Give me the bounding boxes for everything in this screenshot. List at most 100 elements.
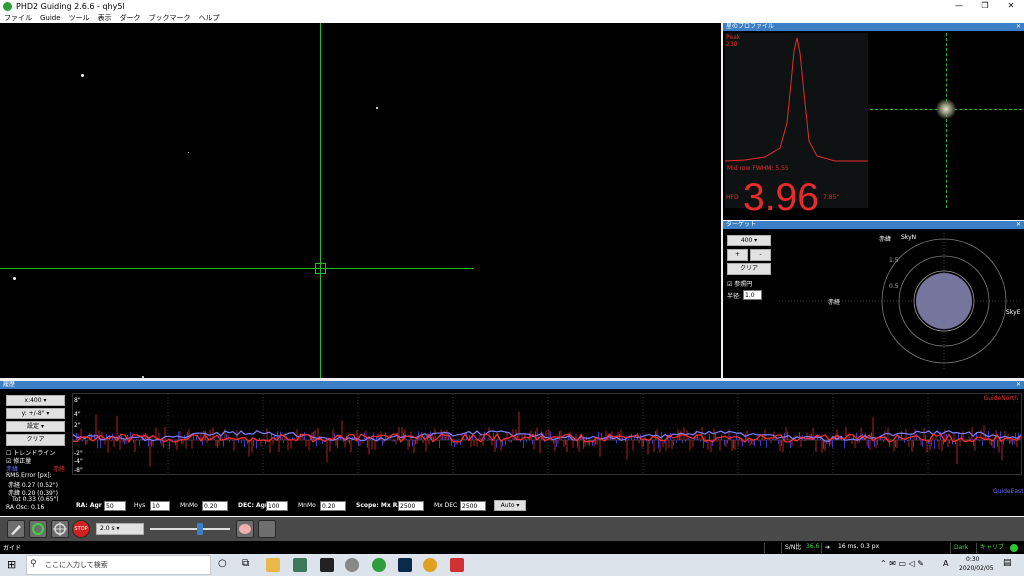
- zoom-in-button[interactable]: +: [727, 249, 748, 261]
- ra-agr-input[interactable]: 50: [104, 501, 126, 511]
- zoom-out-button[interactable]: -: [750, 249, 771, 261]
- target-close-icon[interactable]: ✕: [1016, 221, 1021, 229]
- profile-title: 星のプロファイル: [726, 23, 775, 30]
- history-graph-pane: 履歴 ✕ x:400 ▾ y: +/-8" ▾ 設定 ▾ クリア ☐ トレンドラ…: [0, 381, 1024, 516]
- star-zoom-view: [870, 33, 1022, 208]
- star[interactable]: [188, 152, 189, 153]
- target-axis-top-sky: SkyN: [901, 234, 917, 241]
- target-title: ターゲット: [726, 221, 757, 228]
- menu-view[interactable]: 表示: [94, 13, 116, 23]
- target-axis-left: 赤経: [828, 299, 841, 306]
- graph-settings-select[interactable]: 設定 ▾: [6, 421, 65, 432]
- guide-parameter-bar: RA: Agr 50 Hys 10 MnMo 0.20 DEC: Agr 100…: [72, 497, 1022, 515]
- phd2-taskbar-icon[interactable]: [372, 558, 386, 572]
- profile-close-icon[interactable]: ✕: [1016, 23, 1021, 31]
- menu-guide[interactable]: Guide: [36, 14, 65, 22]
- lock-position-box: [315, 263, 326, 274]
- star[interactable]: [376, 107, 378, 109]
- snr-label: S/N比: [781, 543, 801, 553]
- x-scale-select[interactable]: x:400 ▾: [6, 395, 65, 406]
- fwhm-label: Mid row FWHM: 5.55: [727, 165, 789, 172]
- reference-circle-checkbox[interactable]: ☑ 参照円: [727, 279, 752, 288]
- target-clear-button[interactable]: クリア: [727, 263, 771, 275]
- app-icon-3[interactable]: [345, 558, 359, 572]
- target-controls: 400 ▾ + - クリア ☑ 参照円 半径: 1.0: [725, 231, 774, 376]
- radius-input[interactable]: 1.0: [743, 290, 762, 300]
- y-tick-label: 8": [74, 397, 81, 404]
- ra-legend: 赤経: [53, 466, 66, 473]
- explorer-app-icon[interactable]: [266, 558, 280, 572]
- star[interactable]: [142, 376, 144, 378]
- mx-dec-label: Mx DEC: [434, 502, 458, 509]
- app-icon-2[interactable]: [320, 558, 334, 572]
- search-icon: ⚲: [30, 559, 37, 569]
- dec-mnmo-label: MnMo: [298, 502, 316, 509]
- minimize-button[interactable]: —: [946, 0, 972, 12]
- windows-start-icon[interactable]: ⊞: [7, 558, 16, 571]
- target-axis-top: 赤緯: [879, 236, 892, 243]
- exposure-select[interactable]: 2.0 s ▾: [96, 523, 144, 535]
- stop-icon[interactable]: STOP: [72, 520, 90, 538]
- app-icon-1[interactable]: [293, 558, 307, 572]
- camera-view[interactable]: [0, 23, 721, 378]
- gamma-slider-handle[interactable]: [197, 523, 203, 535]
- clock-time[interactable]: 0:30: [966, 556, 979, 563]
- dec-mode-select[interactable]: Auto ▾: [494, 500, 526, 511]
- ime-indicator[interactable]: A: [943, 559, 948, 568]
- mx-dec-input[interactable]: 2500: [460, 501, 486, 511]
- star[interactable]: [13, 277, 16, 280]
- app-icon-4[interactable]: [450, 558, 464, 572]
- camera-connect-icon[interactable]: [7, 520, 25, 538]
- tray-icons[interactable]: ⌃ ✉ ▭ ◁ ✎: [880, 559, 924, 568]
- loop-icon[interactable]: [29, 520, 47, 538]
- guide-east-label: GuideEast: [993, 488, 1024, 495]
- restore-button[interactable]: ❐: [972, 0, 998, 12]
- ra-mnmo-input[interactable]: 0.20: [202, 501, 228, 511]
- graph-clear-button[interactable]: クリア: [6, 434, 65, 446]
- gamma-slider-track[interactable]: [150, 528, 230, 530]
- guiding-history-graph[interactable]: 8" 4" 2" -2" -4" -8" GuideNorth: [72, 393, 1022, 475]
- close-button[interactable]: ✕: [998, 0, 1024, 12]
- target-pane: ターゲット ✕ 400 ▾ + - クリア ☑ 参照円 半径: 1.0 赤緯 S…: [723, 221, 1024, 378]
- notification-icon[interactable]: ▤: [1003, 558, 1012, 568]
- zoom-crosshair-v: [946, 33, 947, 208]
- mx-ra-input[interactable]: 2500: [398, 501, 424, 511]
- calibration-status: キャリブ: [976, 543, 1004, 553]
- target-plot: [779, 233, 1022, 371]
- guide-manual-icon[interactable]: [258, 520, 276, 538]
- star[interactable]: [81, 74, 84, 77]
- phd2-app-icon: [3, 1, 12, 11]
- task-view-icon[interactable]: ⧉: [242, 558, 249, 569]
- guide-north-label: GuideNorth: [983, 395, 1018, 402]
- photoshop-app-icon[interactable]: [398, 558, 412, 572]
- taskbar-search-input[interactable]: ここに入力して検索: [26, 555, 211, 575]
- radius-label: 半径:: [727, 293, 742, 300]
- menu-dark[interactable]: ダーク: [116, 13, 145, 23]
- brain-settings-icon[interactable]: [236, 520, 254, 538]
- menu-file[interactable]: ファイル: [0, 13, 36, 23]
- dec-agr-input[interactable]: 100: [266, 501, 288, 511]
- menu-help[interactable]: ヘルプ: [195, 13, 224, 23]
- target-scale-select[interactable]: 400 ▾: [727, 235, 771, 246]
- hfd-value: 3.96: [743, 176, 819, 219]
- y-tick-label: 2": [74, 422, 81, 429]
- pulse-arrow-icon: ➔: [821, 543, 830, 553]
- dec-mnmo-input[interactable]: 0.20: [320, 501, 346, 511]
- main-toolbar: STOP 2.0 s ▾: [0, 517, 1024, 541]
- clock-date[interactable]: 2020/02/05: [959, 565, 994, 572]
- menu-bookmarks[interactable]: ブックマーク: [145, 13, 195, 23]
- hys-input[interactable]: 10: [150, 501, 170, 511]
- scope-mxra-label: Scope: Mx RA: [356, 502, 403, 509]
- y-scale-select[interactable]: y: +/-8" ▾: [6, 408, 65, 419]
- rms-total: Tot 0.33 (0.65"): [12, 496, 59, 503]
- auto-select-star-icon[interactable]: [51, 520, 69, 538]
- graph-close-icon[interactable]: ✕: [1016, 381, 1021, 389]
- rms-title: RMS Error [px]:: [6, 472, 52, 479]
- y-tick-label: -2": [74, 450, 83, 457]
- ra-oscillation: RA Osc: 0.16: [6, 504, 45, 511]
- status-bar: ガイド S/N比 36.6 ➔ 16 ms, 0.3 px Dark キャリブ: [0, 541, 1024, 554]
- menu-tools[interactable]: ツール: [65, 13, 94, 23]
- y-tick-label: -4": [74, 458, 83, 465]
- chrome-app-icon[interactable]: [423, 558, 437, 572]
- cortana-icon[interactable]: ○: [218, 558, 227, 569]
